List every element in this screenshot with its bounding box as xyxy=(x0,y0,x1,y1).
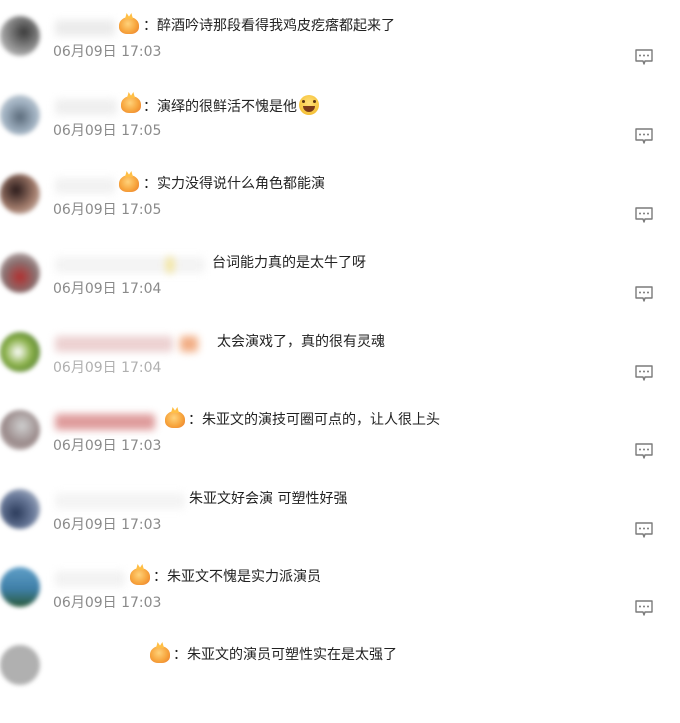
comment-time: 06月09日 17:03 xyxy=(53,44,162,60)
comment-time: 06月09日 17:05 xyxy=(53,202,162,218)
username-blurred[interactable] xyxy=(55,99,117,115)
reply-comment-icon[interactable] xyxy=(634,599,654,617)
comment-time: 06月09日 17:03 xyxy=(53,438,162,454)
comment-time: 06月09日 17:03 xyxy=(53,595,162,611)
avatar[interactable] xyxy=(0,16,40,56)
avatar[interactable] xyxy=(0,645,40,685)
avatar[interactable] xyxy=(0,489,40,529)
reply-comment-icon[interactable] xyxy=(634,127,654,145)
comment-text: 朱亚文好会演 可塑性好强 xyxy=(189,491,348,507)
comment-item: ：朱亚文不愧是实力派演员 06月09日 17:03 xyxy=(0,567,680,645)
username-blurred[interactable] xyxy=(55,336,173,352)
comment-text: ：实力没得说什么角色都能演 xyxy=(143,176,325,192)
avatar[interactable] xyxy=(0,567,40,607)
comment-text: ：醉酒吟诗那段看得我鸡皮疙瘩都起来了 xyxy=(143,18,395,34)
comment-item: ：朱亚文的演技可圈可点的，让人很上头 06月09日 17:03 xyxy=(0,410,680,488)
reply-comment-icon[interactable] xyxy=(634,285,654,303)
reply-comment-icon[interactable] xyxy=(634,521,654,539)
grinning-emoji-icon xyxy=(299,95,319,115)
reply-comment-icon[interactable] xyxy=(634,364,654,382)
comment-item: ：醉酒吟诗那段看得我鸡皮疙瘩都起来了 06月09日 17:03 xyxy=(0,16,680,94)
comment-text: 太会演戏了，真的很有灵魂 xyxy=(217,334,385,350)
reply-comment-icon[interactable] xyxy=(634,206,654,224)
comment-item: ：实力没得说什么角色都能演 06月09日 17:05 xyxy=(0,174,680,252)
avatar[interactable] xyxy=(0,332,40,372)
username-blurred[interactable] xyxy=(55,493,185,509)
avatar[interactable] xyxy=(0,174,40,214)
fan-badge-icon xyxy=(130,568,150,585)
comment-text: ：朱亚文不愧是实力派演员 xyxy=(153,569,321,585)
comment-text: ：朱亚文的演员可塑性实在是太强了 xyxy=(173,647,397,663)
fan-badge-icon xyxy=(119,17,139,34)
username-blurred[interactable] xyxy=(55,178,115,194)
comment-item: 台词能力真的是太牛了呀 06月09日 17:04 xyxy=(0,253,680,331)
comment-item: 朱亚文好会演 可塑性好强 06月09日 17:03 xyxy=(0,489,680,567)
comment-text: ：演绎的很鲜活不愧是他 xyxy=(143,95,319,117)
username-blurred[interactable] xyxy=(55,571,125,587)
username-blurred[interactable] xyxy=(55,20,115,36)
reply-comment-icon[interactable] xyxy=(634,48,654,66)
comment-time: 06月09日 17:04 xyxy=(53,281,162,297)
comment-time: 06月09日 17:05 xyxy=(53,123,162,139)
fan-badge-icon xyxy=(119,175,139,192)
avatar[interactable] xyxy=(0,253,40,293)
comment-item: 太会演戏了，真的很有灵魂 06月09日 17:04 xyxy=(0,332,680,410)
comment-time: 06月09日 17:04 xyxy=(53,360,162,376)
comment-text: 台词能力真的是太牛了呀 xyxy=(212,255,366,271)
comment-text: ：朱亚文的演技可圈可点的，让人很上头 xyxy=(188,412,440,428)
comment-item: ：演绎的很鲜活不愧是他 06月09日 17:05 xyxy=(0,95,680,173)
avatar[interactable] xyxy=(0,95,40,135)
fan-badge-icon xyxy=(150,646,170,663)
comment-time: 06月09日 17:03 xyxy=(53,517,162,533)
username-blurred[interactable] xyxy=(55,257,205,273)
username-blurred xyxy=(166,257,174,273)
comment-item: ：朱亚文的演员可塑性实在是太强了 xyxy=(0,645,680,723)
username-blurred xyxy=(180,336,198,352)
username-blurred[interactable] xyxy=(55,414,155,430)
fan-badge-icon xyxy=(121,96,141,113)
avatar[interactable] xyxy=(0,410,40,450)
reply-comment-icon[interactable] xyxy=(634,442,654,460)
fan-badge-icon xyxy=(165,411,185,428)
